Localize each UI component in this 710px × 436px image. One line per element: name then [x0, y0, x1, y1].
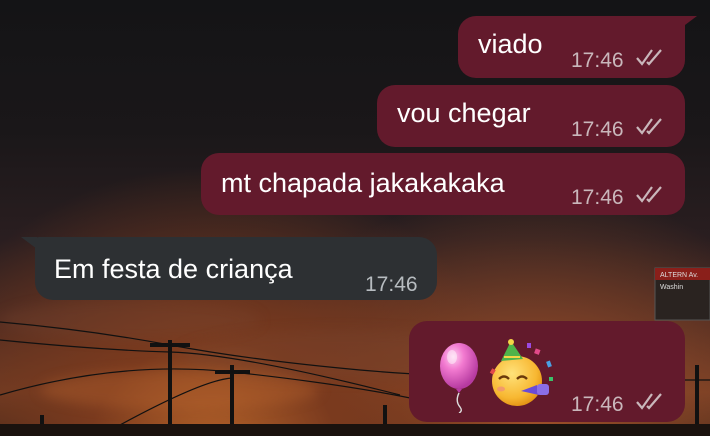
double-check-icon [636, 186, 662, 203]
double-check-icon [636, 118, 662, 135]
message-bubble-outgoing[interactable]: mt chapada jakakakaka 17:46 [201, 153, 685, 215]
message-bubble-outgoing[interactable]: viado 17:46 [458, 16, 697, 78]
partying-face-icon [489, 339, 553, 406]
message-text: Em festa de criança [54, 254, 293, 284]
message-text: viado [478, 29, 543, 59]
double-check-icon [636, 49, 662, 66]
message-bubble-outgoing[interactable]: 17:46 [409, 321, 685, 422]
message-time: 17:46 [365, 273, 418, 296]
bubble-tail [681, 16, 697, 28]
message-bubble-incoming[interactable]: Em festa de criança 17:46 [21, 237, 437, 300]
message-time: 17:46 [571, 118, 624, 141]
double-check-icon [636, 393, 662, 410]
bubble-tail [21, 237, 37, 249]
message-text: vou chegar [397, 98, 531, 128]
message-bubble-outgoing[interactable]: vou chegar 17:46 [377, 85, 685, 147]
balloon-icon [440, 343, 478, 413]
message-text: mt chapada jakakakaka [221, 168, 505, 198]
message-time: 17:46 [571, 49, 624, 72]
message-time: 17:46 [571, 393, 624, 416]
message-time: 17:46 [571, 186, 624, 209]
street-sign-text: ALTERN Av. Washin [660, 272, 699, 291]
